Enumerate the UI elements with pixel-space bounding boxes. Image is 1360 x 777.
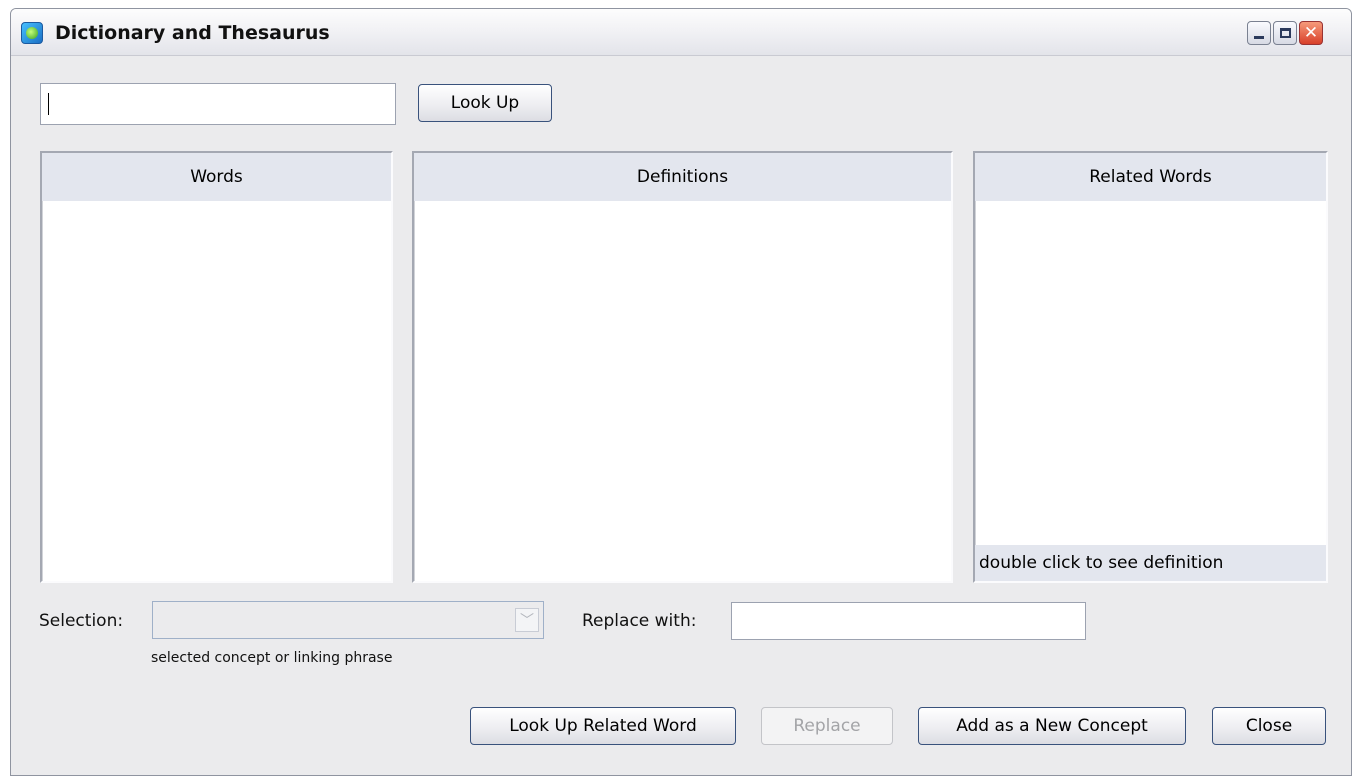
maximize-icon	[1279, 28, 1291, 38]
maximize-button[interactable]	[1273, 21, 1297, 45]
look-up-related-word-button[interactable]: Look Up Related Word	[470, 707, 736, 745]
search-input[interactable]	[40, 83, 396, 125]
related-words-hint: double click to see definition	[975, 545, 1326, 581]
add-new-concept-button[interactable]: Add as a New Concept	[918, 707, 1186, 745]
selection-label: Selection:	[39, 611, 124, 631]
chevron-down-icon: ﹀	[520, 613, 534, 629]
definitions-panel[interactable]: Definitions	[412, 151, 953, 583]
definitions-header: Definitions	[414, 153, 951, 201]
minimize-button[interactable]	[1247, 21, 1271, 45]
words-panel[interactable]: Words	[40, 151, 393, 583]
look-up-button[interactable]: Look Up	[418, 84, 552, 122]
title-bar[interactable]: Dictionary and Thesaurus ✕	[11, 9, 1351, 56]
selection-dropdown[interactable]: ﹀	[152, 601, 544, 639]
minimize-icon	[1254, 35, 1264, 39]
close-icon: ✕	[1303, 22, 1319, 43]
related-words-header: Related Words	[975, 153, 1326, 201]
replace-button[interactable]: Replace	[761, 707, 893, 745]
close-button[interactable]: Close	[1212, 707, 1326, 745]
dictionary-window: Dictionary and Thesaurus ✕ Look Up Words…	[10, 8, 1352, 776]
text-caret	[48, 93, 49, 115]
window-title: Dictionary and Thesaurus	[55, 22, 330, 44]
app-icon	[21, 22, 43, 44]
close-window-button[interactable]: ✕	[1299, 21, 1323, 45]
replace-with-input[interactable]	[731, 602, 1086, 640]
replace-with-label: Replace with:	[582, 611, 697, 631]
selection-dropdown-button[interactable]: ﹀	[515, 608, 539, 632]
words-header: Words	[42, 153, 391, 201]
selection-hint: selected concept or linking phrase	[151, 650, 393, 666]
related-words-panel[interactable]: Related Words double click to see defini…	[973, 151, 1328, 583]
